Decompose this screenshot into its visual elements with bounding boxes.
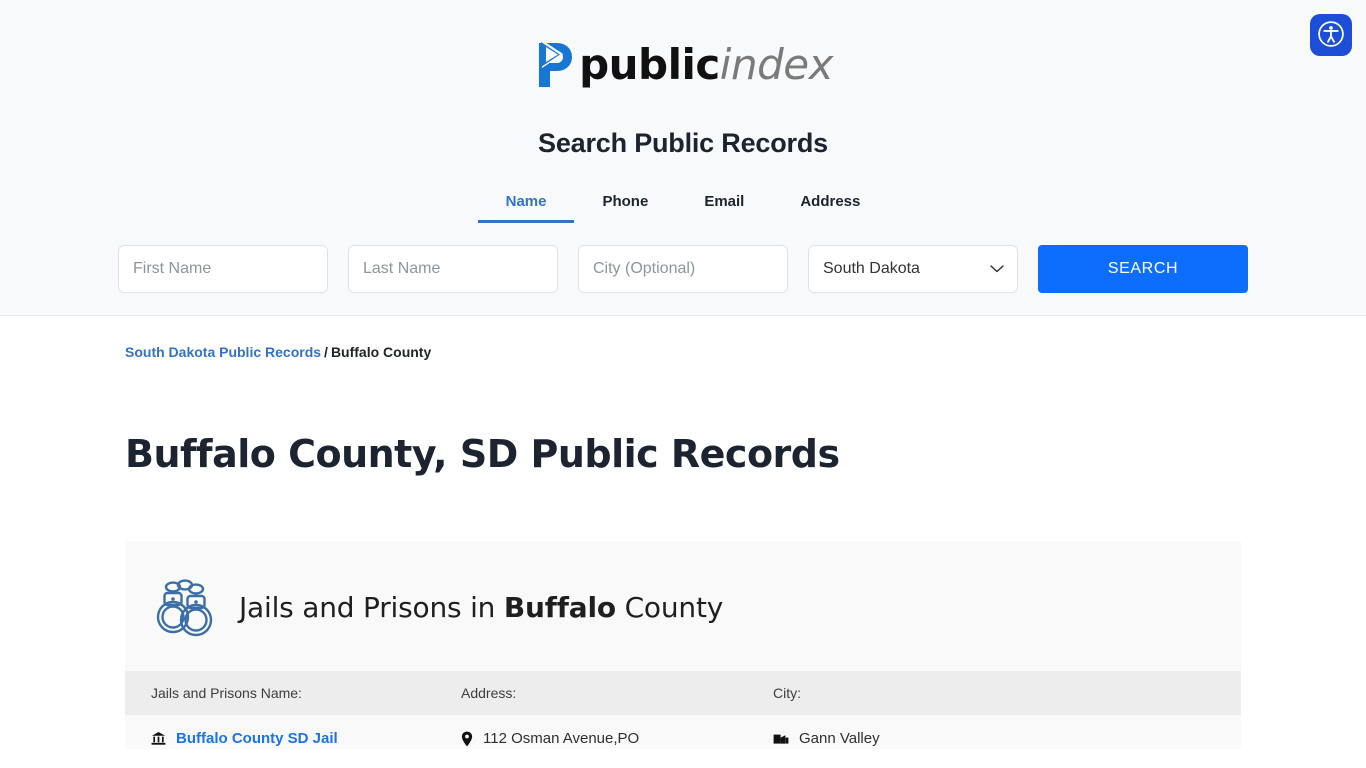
cell-name: Buffalo County SD Jail: [151, 729, 461, 749]
breadcrumb-current: Buffalo County: [330, 344, 432, 360]
people-search-form: South Dakota SEARCH: [0, 245, 1366, 293]
accessibility-button[interactable]: [1310, 14, 1352, 56]
logo-text-public: public: [579, 40, 720, 89]
column-header-city: City:: [773, 685, 801, 701]
card-title-prefix: Jails and Prisons in: [239, 590, 504, 624]
site-logo[interactable]: public index: [0, 32, 1366, 98]
main-content: South Dakota Public Records / Buffalo Coun…: [0, 344, 1366, 749]
accessibility-icon: [1318, 20, 1344, 50]
card-title-suffix: County: [615, 590, 724, 624]
jail-name-link[interactable]: Buffalo County SD Jail: [176, 729, 338, 749]
breadcrumb-separator: /: [324, 344, 328, 360]
cell-address: 112 Osman Avenue,PO: [461, 729, 773, 749]
first-name-input[interactable]: [118, 245, 328, 293]
table-row: Buffalo County SD Jail 112 Osman Avenue,…: [125, 715, 1241, 749]
card-header: Jails and Prisons in Buffalo County: [125, 541, 1241, 671]
city-building-icon: [773, 731, 789, 745]
tab-phone[interactable]: Phone: [574, 185, 676, 223]
tab-email[interactable]: Email: [676, 185, 772, 223]
site-header: public index Search Public Records Name …: [0, 0, 1366, 316]
search-button[interactable]: SEARCH: [1038, 245, 1248, 293]
last-name-input[interactable]: [348, 245, 558, 293]
publicindex-logo-icon: [533, 37, 577, 93]
column-header-name: Jails and Prisons Name:: [151, 685, 302, 701]
records-table-header: Jails and Prisons Name: Address: City:: [125, 671, 1241, 715]
search-type-tabs: Name Phone Email Address: [0, 185, 1366, 223]
page-title: Buffalo County, SD Public Records: [125, 432, 840, 476]
handcuffs-icon: [151, 577, 217, 639]
card-title: Jails and Prisons in Buffalo County: [239, 591, 723, 624]
jails-and-prisons-card: Jails and Prisons in Buffalo County Jail…: [125, 541, 1241, 749]
search-heading: Search Public Records: [538, 128, 828, 158]
card-title-county: Buffalo: [503, 590, 616, 624]
tab-address[interactable]: Address: [772, 185, 888, 223]
address-text: 112 Osman Avenue,PO: [483, 730, 640, 747]
breadcrumb: South Dakota Public Records / Buffalo Coun…: [125, 344, 1241, 360]
breadcrumb-link-state[interactable]: South Dakota Public Records: [125, 344, 321, 360]
logo-text-index: index: [719, 40, 834, 89]
cell-city: Gann Valley: [773, 729, 1073, 749]
column-header-address: Address:: [461, 685, 517, 701]
city-input[interactable]: [578, 245, 788, 293]
tab-name[interactable]: Name: [477, 185, 575, 223]
state-select-wrap: South Dakota: [808, 245, 1018, 293]
courthouse-icon: [151, 731, 166, 746]
map-pin-icon: [461, 731, 473, 747]
city-text: Gann Valley: [799, 730, 880, 747]
state-select[interactable]: South Dakota: [808, 245, 1018, 293]
